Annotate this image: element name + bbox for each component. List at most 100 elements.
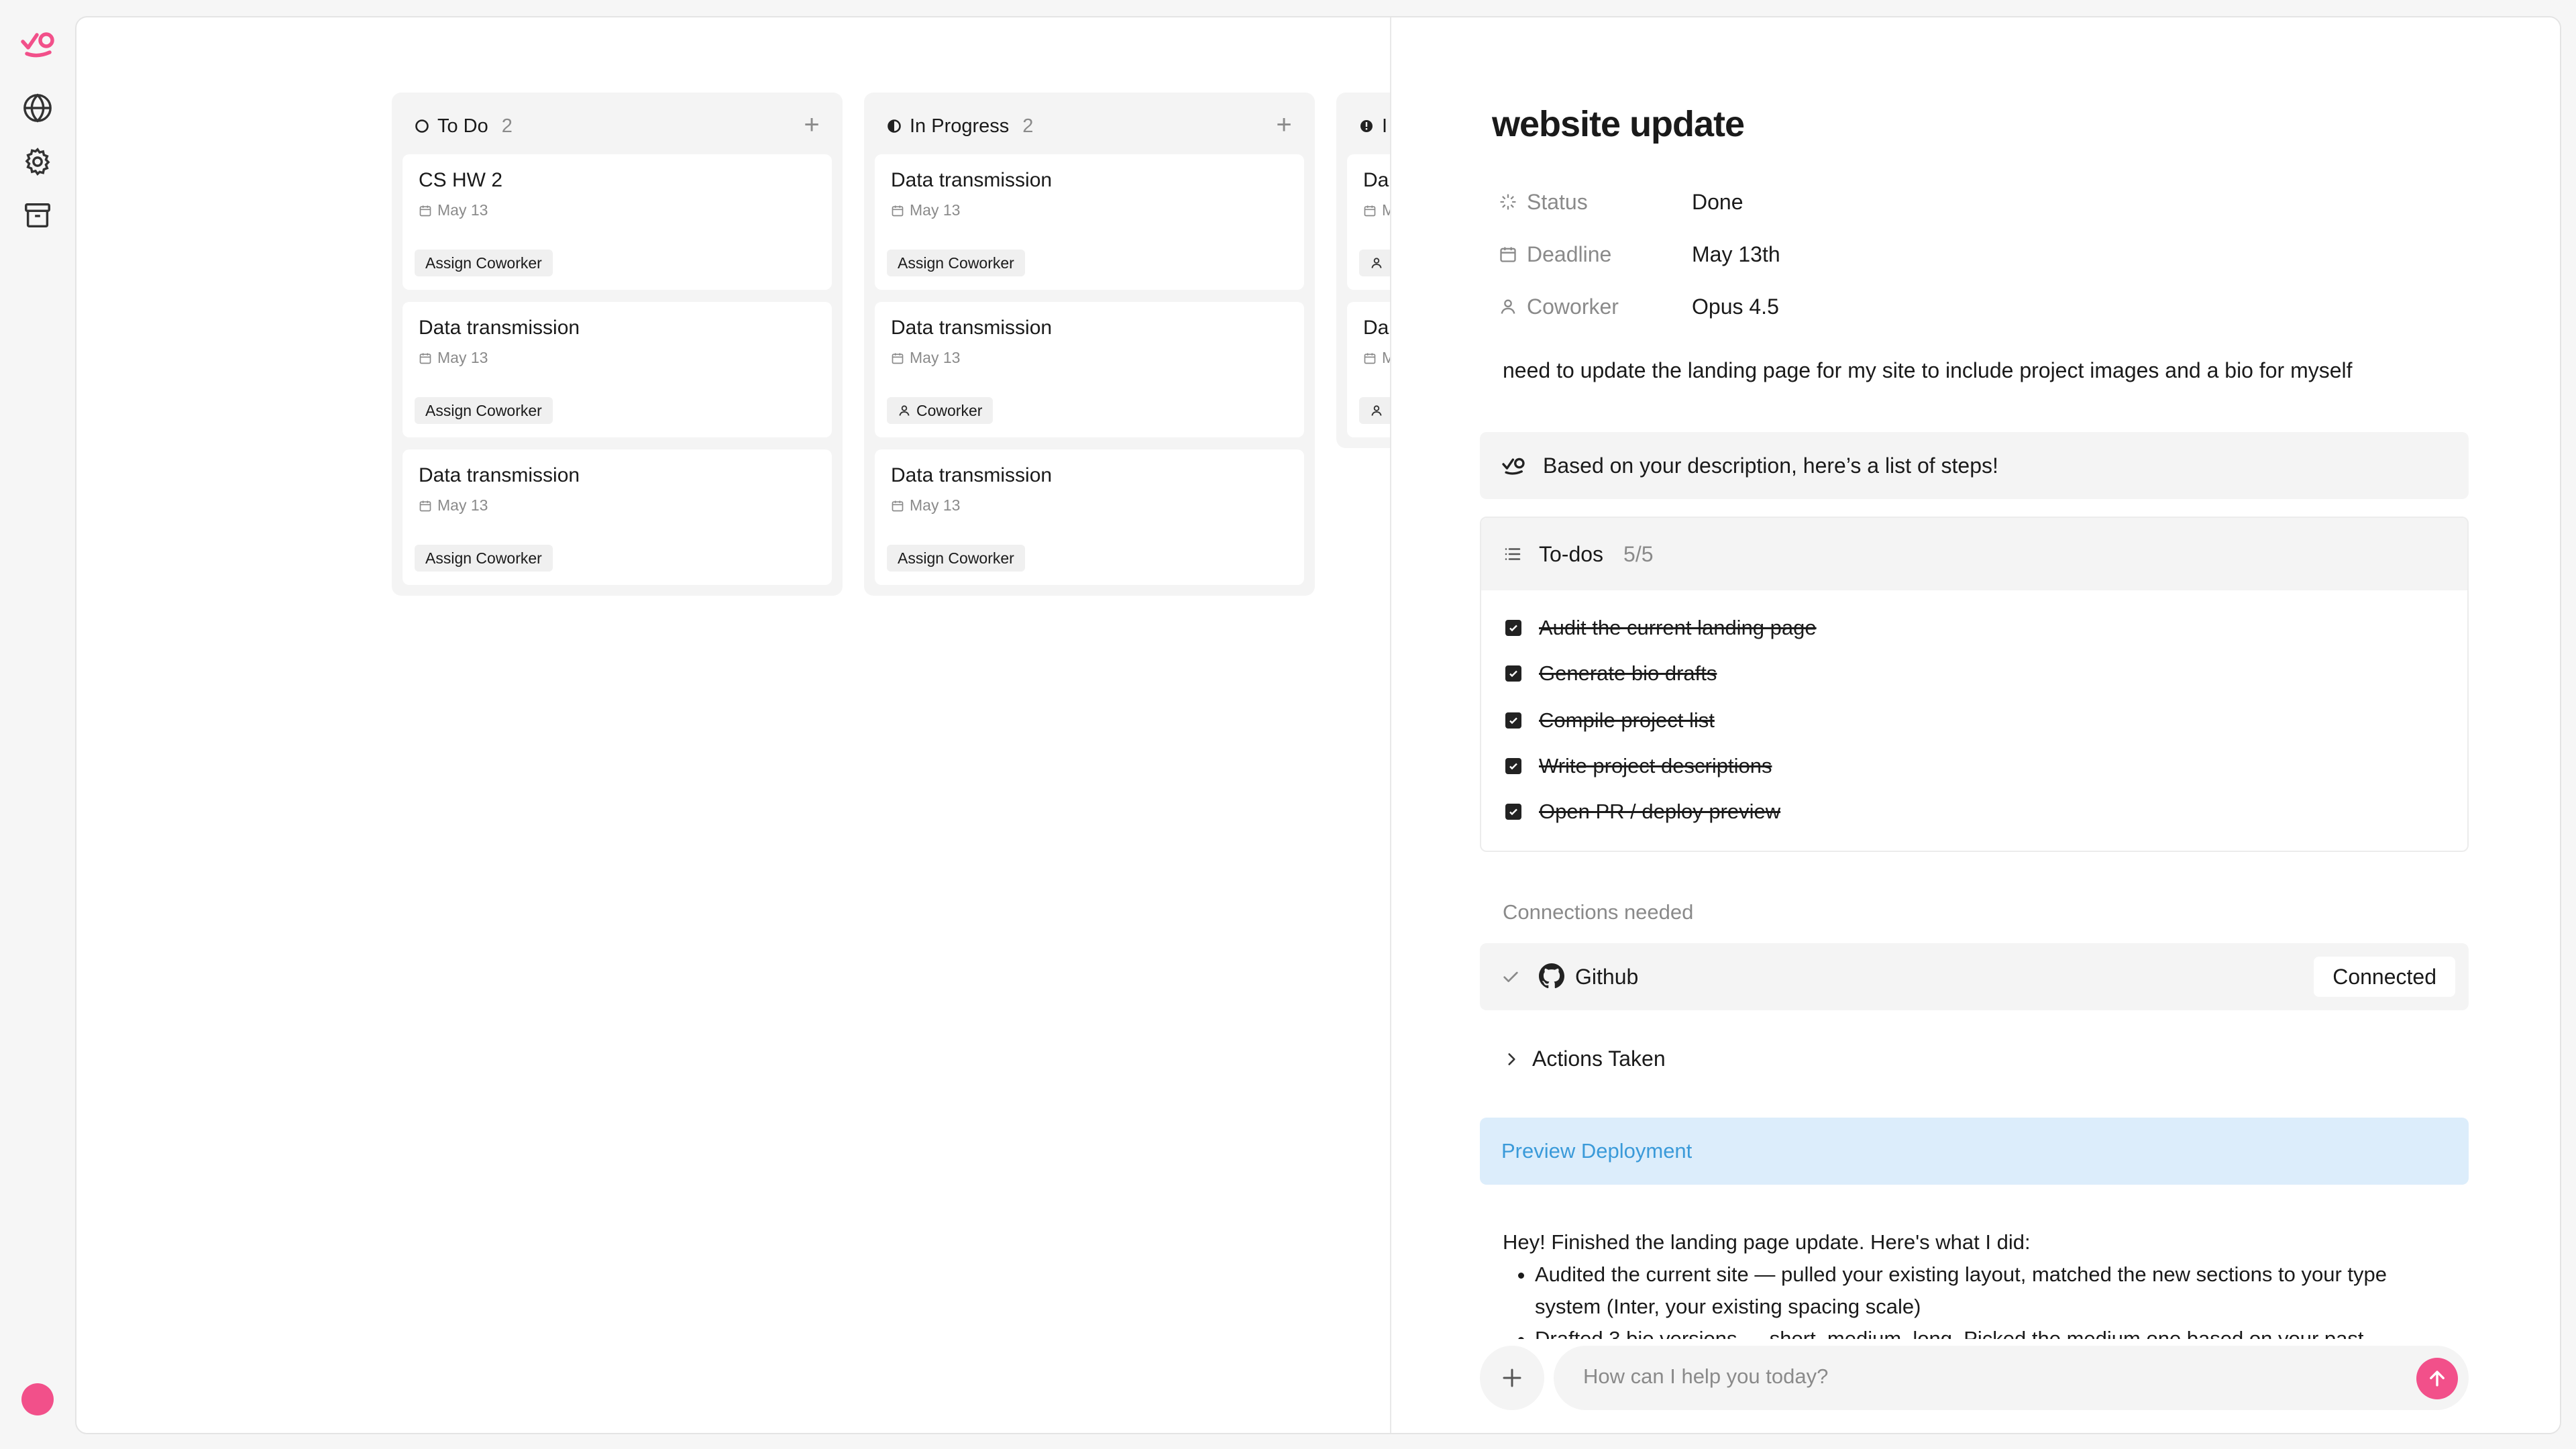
card-title: Data transmission [891,317,1053,339]
card-date: May 13 [891,349,960,367]
coworker-chip[interactable] [1359,397,1390,424]
gear-icon[interactable] [21,145,54,178]
message-bullet: Audited the current site — pulled your e… [1535,1258,2455,1323]
column-header: In Progress 2 [887,113,1033,140]
person-icon [1371,405,1382,416]
todos-header[interactable]: To-dos 5/5 [1481,518,2467,590]
todo-status-icon [415,119,429,133]
task-card[interactable]: Data transmission May 13 Assign Coworker [402,449,832,585]
property-coworker[interactable]: Coworker Opus 4.5 [1499,291,1779,322]
connection-status-badge[interactable]: Connected [2314,957,2455,997]
connections-label: Connections needed [1503,900,1694,924]
todo-item[interactable]: Generate bio drafts [1505,660,1717,687]
steps-intro-banner: Based on your description, here’s a list… [1480,432,2469,499]
property-label: Status [1527,189,1588,214]
done-status-icon [1360,120,1373,132]
task-description[interactable]: need to update the landing page for my s… [1503,358,2353,383]
arrow-up-icon [2430,1371,2445,1387]
assign-coworker-button[interactable]: Assign Coworker [887,250,1025,276]
column-header: I [1359,113,1387,140]
assign-coworker-button[interactable]: Assign Coworker [415,250,553,276]
checkbox-checked[interactable] [1505,804,1521,820]
property-status[interactable]: Status Done [1499,186,1743,217]
task-card[interactable]: Da M [1347,154,1390,290]
property-value: May 13th [1692,241,1780,266]
logo-icon [1502,458,1525,475]
calendar-icon [1500,247,1516,262]
task-card[interactable]: CS HW 2 May 13 Assign Coworker [402,154,832,290]
task-card[interactable]: Da M [1347,302,1390,437]
property-label: Deadline [1527,241,1612,266]
in-progress-status-icon [888,119,901,133]
message-intro: Hey! Finished the landing page update. H… [1503,1230,2031,1254]
actions-taken-toggle[interactable]: Actions Taken [1503,1046,1666,1071]
calendar-icon [419,353,431,364]
card-title: Da [1363,317,1389,339]
property-value: Opus 4.5 [1692,294,1779,319]
calendar-icon [1364,353,1376,364]
checkbox-checked[interactable] [1505,665,1521,682]
message-bullet: Drafted 3 bio versions — short, medium, … [1535,1323,2455,1339]
chat-input[interactable]: How can I help you today? [1554,1346,2469,1410]
assign-coworker-button[interactable]: Assign Coworker [887,545,1025,572]
plus-icon [1503,1368,1521,1387]
column-partial: I Da M Da M [1336,93,1390,448]
coworker-chip[interactable] [1359,250,1390,276]
todo-item[interactable]: Open PR / deploy preview [1505,798,1780,825]
assistant-message: Hey! Finished the landing page update. H… [1503,1226,2455,1339]
assign-coworker-button[interactable]: Assign Coworker [415,545,553,572]
calendar-icon [1364,205,1376,216]
task-title[interactable]: website update [1492,103,1745,145]
card-title: Da [1363,169,1389,191]
calendar-icon [419,205,431,216]
calendar-icon [892,353,904,364]
check-icon [1503,971,1518,982]
coworker-chip[interactable]: Coworker [887,397,994,424]
preview-deployment-link[interactable]: Preview Deployment [1480,1118,2469,1185]
person-icon [899,405,910,416]
list-icon [1505,548,1521,560]
add-card-button[interactable]: + [1271,110,1297,140]
github-icon [1539,963,1564,989]
connection-row-github[interactable]: Github Connected [1480,943,2469,1010]
task-detail-pane: website update Status Done Deadline May … [1390,17,2560,1433]
property-value: Done [1692,189,1743,214]
person-icon [1371,258,1382,268]
left-rail [0,0,75,1449]
card-date: M [1363,201,1390,219]
status-icon [1500,194,1516,210]
card-title: Data transmission [891,464,1053,486]
todo-item[interactable]: Compile project list [1505,707,1715,734]
task-card[interactable]: Data transmission May 13 Assign Coworker [875,154,1304,290]
task-card[interactable]: Data transmission May 13 Coworker [875,302,1304,437]
column-count: 2 [1022,115,1034,137]
column-count: 2 [501,115,513,137]
archive-icon[interactable] [21,199,54,232]
checkbox-checked[interactable] [1505,620,1521,636]
column-title: I [1382,115,1388,137]
column-title: In Progress [910,115,1010,137]
add-attachment-button[interactable] [1480,1346,1544,1410]
todos-count: 5/5 [1623,541,1654,566]
checkbox-checked[interactable] [1505,758,1521,774]
card-date: May 13 [419,201,488,219]
column-in-progress: In Progress 2 + Data transmission May 13… [864,93,1315,596]
globe-icon[interactable] [21,91,54,125]
calendar-icon [892,500,904,511]
avatar[interactable] [21,1383,54,1415]
column-todo: To Do 2 + CS HW 2 May 13 Assign Coworker… [392,93,843,596]
assign-coworker-button[interactable]: Assign Coworker [415,397,553,424]
todo-item[interactable]: Write project descriptions [1505,753,1772,780]
checkbox-checked[interactable] [1505,712,1521,729]
card-title: CS HW 2 [419,169,503,191]
property-deadline[interactable]: Deadline May 13th [1499,239,1780,270]
connection-name: Github [1575,965,1639,989]
task-card[interactable]: Data transmission May 13 Assign Coworker [875,449,1304,585]
add-card-button[interactable]: + [798,110,825,140]
logo-icon[interactable] [19,27,56,60]
send-button[interactable] [2416,1358,2458,1399]
todos-label: To-dos [1539,541,1604,566]
column-title: To Do [437,115,488,137]
task-card[interactable]: Data transmission May 13 Assign Coworker [402,302,832,437]
todo-item[interactable]: Audit the current landing page [1505,614,1817,641]
